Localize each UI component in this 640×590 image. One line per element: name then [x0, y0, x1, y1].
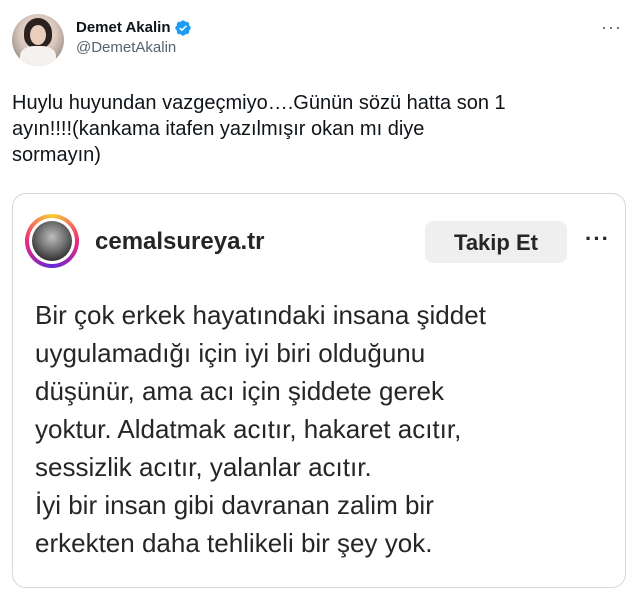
- embed-quote-text: Bir çok erkek hayatındaki insana şiddet …: [35, 300, 486, 558]
- avatar-face: [30, 25, 46, 45]
- embed-avatar-ring[interactable]: [25, 214, 79, 268]
- embed-avatar: [32, 221, 72, 261]
- embed-more-horizontal-icon[interactable]: ···: [585, 226, 610, 252]
- author-names: Demet Akalin @DemetAkalin: [76, 18, 192, 58]
- embed-avatar-inner: [29, 218, 75, 264]
- author-avatar[interactable]: [12, 14, 64, 66]
- tweet-text: Huylu huyundan vazgeçmiyo….Günün sözü ha…: [12, 92, 506, 166]
- author-display-name[interactable]: Demet Akalin: [76, 18, 170, 38]
- author-handle[interactable]: @DemetAkalin: [76, 38, 192, 58]
- author-display-name-row[interactable]: Demet Akalin: [76, 18, 192, 38]
- embed-username[interactable]: cemalsureya.tr: [95, 228, 264, 256]
- avatar-body: [20, 46, 56, 66]
- tweet-header: Demet Akalin @DemetAkalin ···: [12, 14, 628, 68]
- instagram-embed-card[interactable]: cemalsureya.tr Takip Et ··· Bir çok erke…: [12, 193, 626, 588]
- embed-header: cemalsureya.tr Takip Et ···: [25, 214, 613, 270]
- follow-button[interactable]: Takip Et: [425, 221, 567, 263]
- more-horizontal-icon[interactable]: ···: [601, 18, 622, 36]
- verified-badge-icon: [175, 20, 192, 36]
